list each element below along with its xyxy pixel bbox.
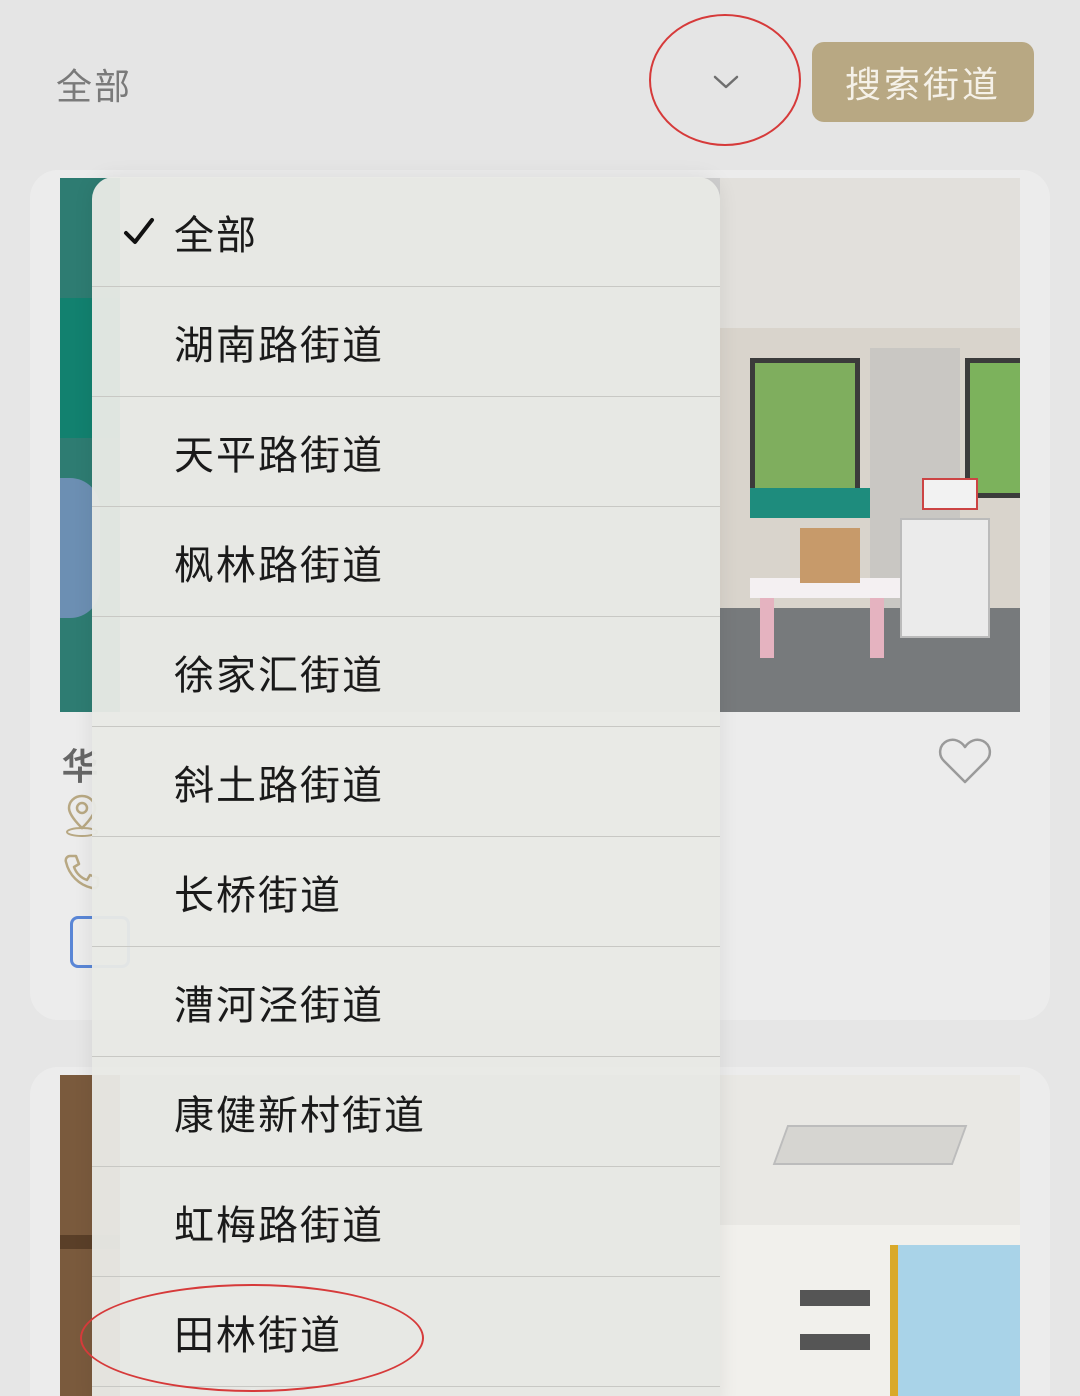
dropdown-option[interactable]: 湖南路街道 [92,287,720,397]
dropdown-option-label: 斜土路街道 [174,762,384,809]
dropdown-option-label: 湖南路街道 [174,322,384,369]
dropdown-option-label: 长桥街道 [174,872,342,919]
dropdown-option-label: 徐家汇街道 [174,652,384,699]
filter-bar: 全部 搜索街道 [0,0,1080,170]
heart-icon[interactable] [938,736,992,786]
dropdown-option[interactable]: 斜土路街道 [92,727,720,837]
dropdown-option[interactable]: 天平路街道 [92,397,720,507]
dropdown-option-label: 天平路街道 [174,432,384,479]
street-dropdown-menu: 全部 湖南路街道 天平路街道 枫林路街道 徐家汇街道 斜土路街道 长桥街道 漕河… [92,177,720,1396]
search-street-button[interactable]: 搜索街道 [812,42,1034,122]
annotation-circle-tianlin [80,1284,424,1392]
dropdown-option-label: 漕河泾街道 [174,982,384,1029]
dropdown-option-label: 康健新村街道 [174,1092,426,1139]
annotation-circle-toggle [649,14,801,146]
dropdown-option-label: 全部 [174,212,258,259]
dropdown-option[interactable]: 徐家汇街道 [92,617,720,727]
page: 全部 搜索街道 华 全部 湖南路街道 天平路街道 枫林路街道 徐家汇街道 斜土路… [0,0,1080,1396]
dropdown-option[interactable]: 漕河泾街道 [92,947,720,1057]
dropdown-option[interactable]: 长桥街道 [92,837,720,947]
dropdown-option[interactable]: 康健新村街道 [92,1057,720,1167]
dropdown-option[interactable]: 虹梅路街道 [92,1167,720,1277]
dropdown-option[interactable]: 枫林路街道 [92,507,720,617]
dropdown-option-all[interactable]: 全部 [92,177,720,287]
dropdown-option-label: 枫林路街道 [174,542,384,589]
checkmark-icon [124,217,154,244]
filter-current-value[interactable]: 全部 [56,58,132,110]
dropdown-option-label: 虹梅路街道 [174,1202,384,1249]
